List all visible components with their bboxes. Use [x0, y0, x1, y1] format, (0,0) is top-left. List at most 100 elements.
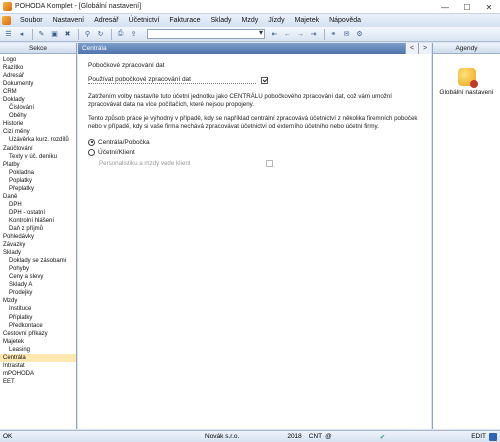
sidebar-item-14[interactable]: Pokladna [0, 169, 76, 177]
system-menu-icon[interactable] [2, 16, 11, 25]
toolbar: ☰ ◂ ✎ ▣ ✖ ⚲ ↻ ⎙ ⇪ ⇤ ← → ⇥ ⚭ ✉ ⚙ [0, 27, 500, 42]
menu-sklady[interactable]: Sklady [205, 17, 236, 24]
menu-nastaveni[interactable]: Nastavení [48, 17, 90, 24]
agendas-panel: Agendy Globální nastavení [432, 43, 500, 429]
status-company: Novák s.r.o. [205, 433, 240, 440]
attach-icon[interactable]: ✉ [341, 29, 352, 40]
menu-mzdy[interactable]: Mzdy [237, 17, 264, 24]
toolbar-separator [111, 28, 112, 40]
sidebar-item-31[interactable]: Instituce [0, 305, 76, 313]
last-record-icon[interactable]: ⇥ [308, 29, 319, 40]
delete-icon[interactable]: ✖ [62, 29, 73, 40]
menu-soubor[interactable]: Soubor [15, 17, 48, 24]
quick-search-combo[interactable] [147, 28, 265, 39]
menu-fakturace[interactable]: Fakturace [164, 17, 205, 24]
section-tab-label: Centrála [82, 45, 107, 52]
window-controls: — ☐ ✕ [434, 0, 500, 14]
sidebar-item-19[interactable]: DPH - ostatní [0, 209, 76, 217]
use-branch-label: Používat pobočkové zpracování dat [88, 76, 256, 84]
radio-centrala-pobocka[interactable]: Centrála/Pobočka [88, 137, 421, 147]
sidebar-item-4[interactable]: CRM [0, 88, 76, 96]
next-section-button[interactable]: > [418, 43, 431, 54]
sidebar-item-18[interactable]: DPH [0, 201, 76, 209]
back-icon[interactable]: ◂ [16, 29, 27, 40]
sidebar-item-25[interactable]: Doklady se zásobami [0, 257, 76, 265]
status-year: 2018 [287, 433, 302, 440]
sidebar-item-23[interactable]: Závazky [0, 241, 76, 249]
new-record-icon[interactable]: ✎ [36, 29, 47, 40]
menu-ucetnictvi[interactable]: Účetnictví [124, 17, 165, 24]
first-record-icon[interactable]: ⇤ [269, 29, 280, 40]
sections-panel: Sekce Logo Razítko Adresář Dokumenty CRM Dokl… [0, 43, 77, 429]
sidebar-item-36[interactable]: Leasing [0, 346, 76, 354]
previous-section-button[interactable]: < [405, 43, 418, 54]
sidebar-item-2[interactable]: Adresář [0, 72, 76, 80]
sidebar-item-17[interactable]: Daně [0, 193, 76, 201]
sections-toggle-icon[interactable]: ☰ [3, 29, 14, 40]
menu-napoveda[interactable]: Nápověda [324, 17, 366, 24]
sidebar-item-5[interactable]: Doklady [0, 96, 76, 104]
radio-centrala-pobocka-indicator[interactable] [88, 138, 95, 146]
sidebar-item-13[interactable]: Platby [0, 161, 76, 169]
sidebar-item-27[interactable]: Ceny a slevy [0, 273, 76, 281]
sidebar-item-12[interactable]: Texty v úč. deníku [0, 153, 76, 161]
radio-ucetni-klient-label: Účetní/Klient [98, 148, 135, 156]
sidebar-item-1[interactable]: Razítko [0, 64, 76, 72]
sidebar-item-11[interactable]: Zaúčtování [0, 145, 76, 153]
maximize-button[interactable]: ☐ [456, 0, 478, 14]
sidebar-item-8[interactable]: Historie [0, 120, 76, 128]
sidebar-item-32[interactable]: Příplatky [0, 314, 76, 322]
export-icon[interactable]: ⇪ [128, 29, 139, 40]
sidebar-item-10[interactable]: Uzávěrka kurz. rozdílů [0, 136, 76, 144]
status-pohoda-icon [489, 432, 497, 441]
agenda-global-settings[interactable]: Globální nastavení [433, 54, 500, 96]
prev-record-icon[interactable]: ← [282, 29, 293, 40]
print-icon[interactable]: ⎙ [115, 29, 126, 40]
radio-ucetni-klient[interactable]: Účetní/Klient [88, 147, 421, 157]
section-title: Pobočkové zpracování dat [88, 62, 165, 69]
sidebar-item-30[interactable]: Mzdy [0, 297, 76, 305]
menu-adresar[interactable]: Adresář [89, 17, 124, 24]
sidebar-item-26[interactable]: Pohyby [0, 265, 76, 273]
sidebar-item-22[interactable]: Pohledávky [0, 233, 76, 241]
minimize-button[interactable]: — [434, 0, 456, 14]
sidebar-item-34[interactable]: Cestovní příkazy [0, 330, 76, 338]
save-icon[interactable]: ▣ [49, 29, 60, 40]
filter-icon[interactable]: ⚲ [82, 29, 93, 40]
next-record-icon[interactable]: → [295, 29, 306, 40]
use-branch-checkbox[interactable] [261, 76, 268, 84]
status-bar: OK Novák s.r.o. 2018 CNT @ ✔ EDIT [0, 430, 500, 442]
sidebar-item-37[interactable]: Centrála [0, 353, 76, 362]
sidebar-item-16[interactable]: Přeplatky [0, 185, 76, 193]
sidebar-item-6[interactable]: Číslování [0, 104, 76, 112]
radio-ucetni-klient-indicator[interactable] [88, 148, 95, 156]
sidebar-item-40[interactable]: EET [0, 378, 76, 386]
sidebar-item-7[interactable]: Oběhy [0, 112, 76, 120]
close-button[interactable]: ✕ [478, 0, 500, 14]
sidebar-item-28[interactable]: Sklady A [0, 281, 76, 289]
refresh-icon[interactable]: ↻ [95, 29, 106, 40]
sidebar-item-24[interactable]: Sklady [0, 249, 76, 257]
status-at: @ [325, 433, 332, 440]
sidebar-item-21[interactable]: Daň z příjmů [0, 225, 76, 233]
options-icon[interactable]: ⚙ [354, 29, 365, 40]
sidebar-item-3[interactable]: Dokumenty [0, 80, 76, 88]
status-cnt: CNT [308, 433, 323, 440]
tab-navigation: < > [405, 43, 431, 54]
link-icon[interactable]: ⚭ [328, 29, 339, 40]
toolbar-separator [78, 28, 79, 40]
toolbar-separator [324, 28, 325, 40]
sidebar-item-35[interactable]: Majetek [0, 338, 76, 346]
sidebar-item-39[interactable]: mPOHODA [0, 370, 76, 378]
sidebar-item-15[interactable]: Poplatky [0, 177, 76, 185]
sidebar-item-20[interactable]: Kontrolní hlášení [0, 217, 76, 225]
menu-jizdy[interactable]: Jízdy [263, 17, 289, 24]
sidebar-item-38[interactable]: Intrastat [0, 362, 76, 370]
client-payroll-checkbox [266, 159, 273, 167]
client-payroll-row: Personalistiku a mzdy vede klient [88, 158, 421, 168]
sidebar-item-9[interactable]: Cizí měny [0, 128, 76, 136]
menu-majetek[interactable]: Majetek [290, 17, 325, 24]
sidebar-item-33[interactable]: Předkontace [0, 322, 76, 330]
sidebar-item-0[interactable]: Logo [0, 56, 76, 64]
sidebar-item-29[interactable]: Prodejky [0, 289, 76, 297]
